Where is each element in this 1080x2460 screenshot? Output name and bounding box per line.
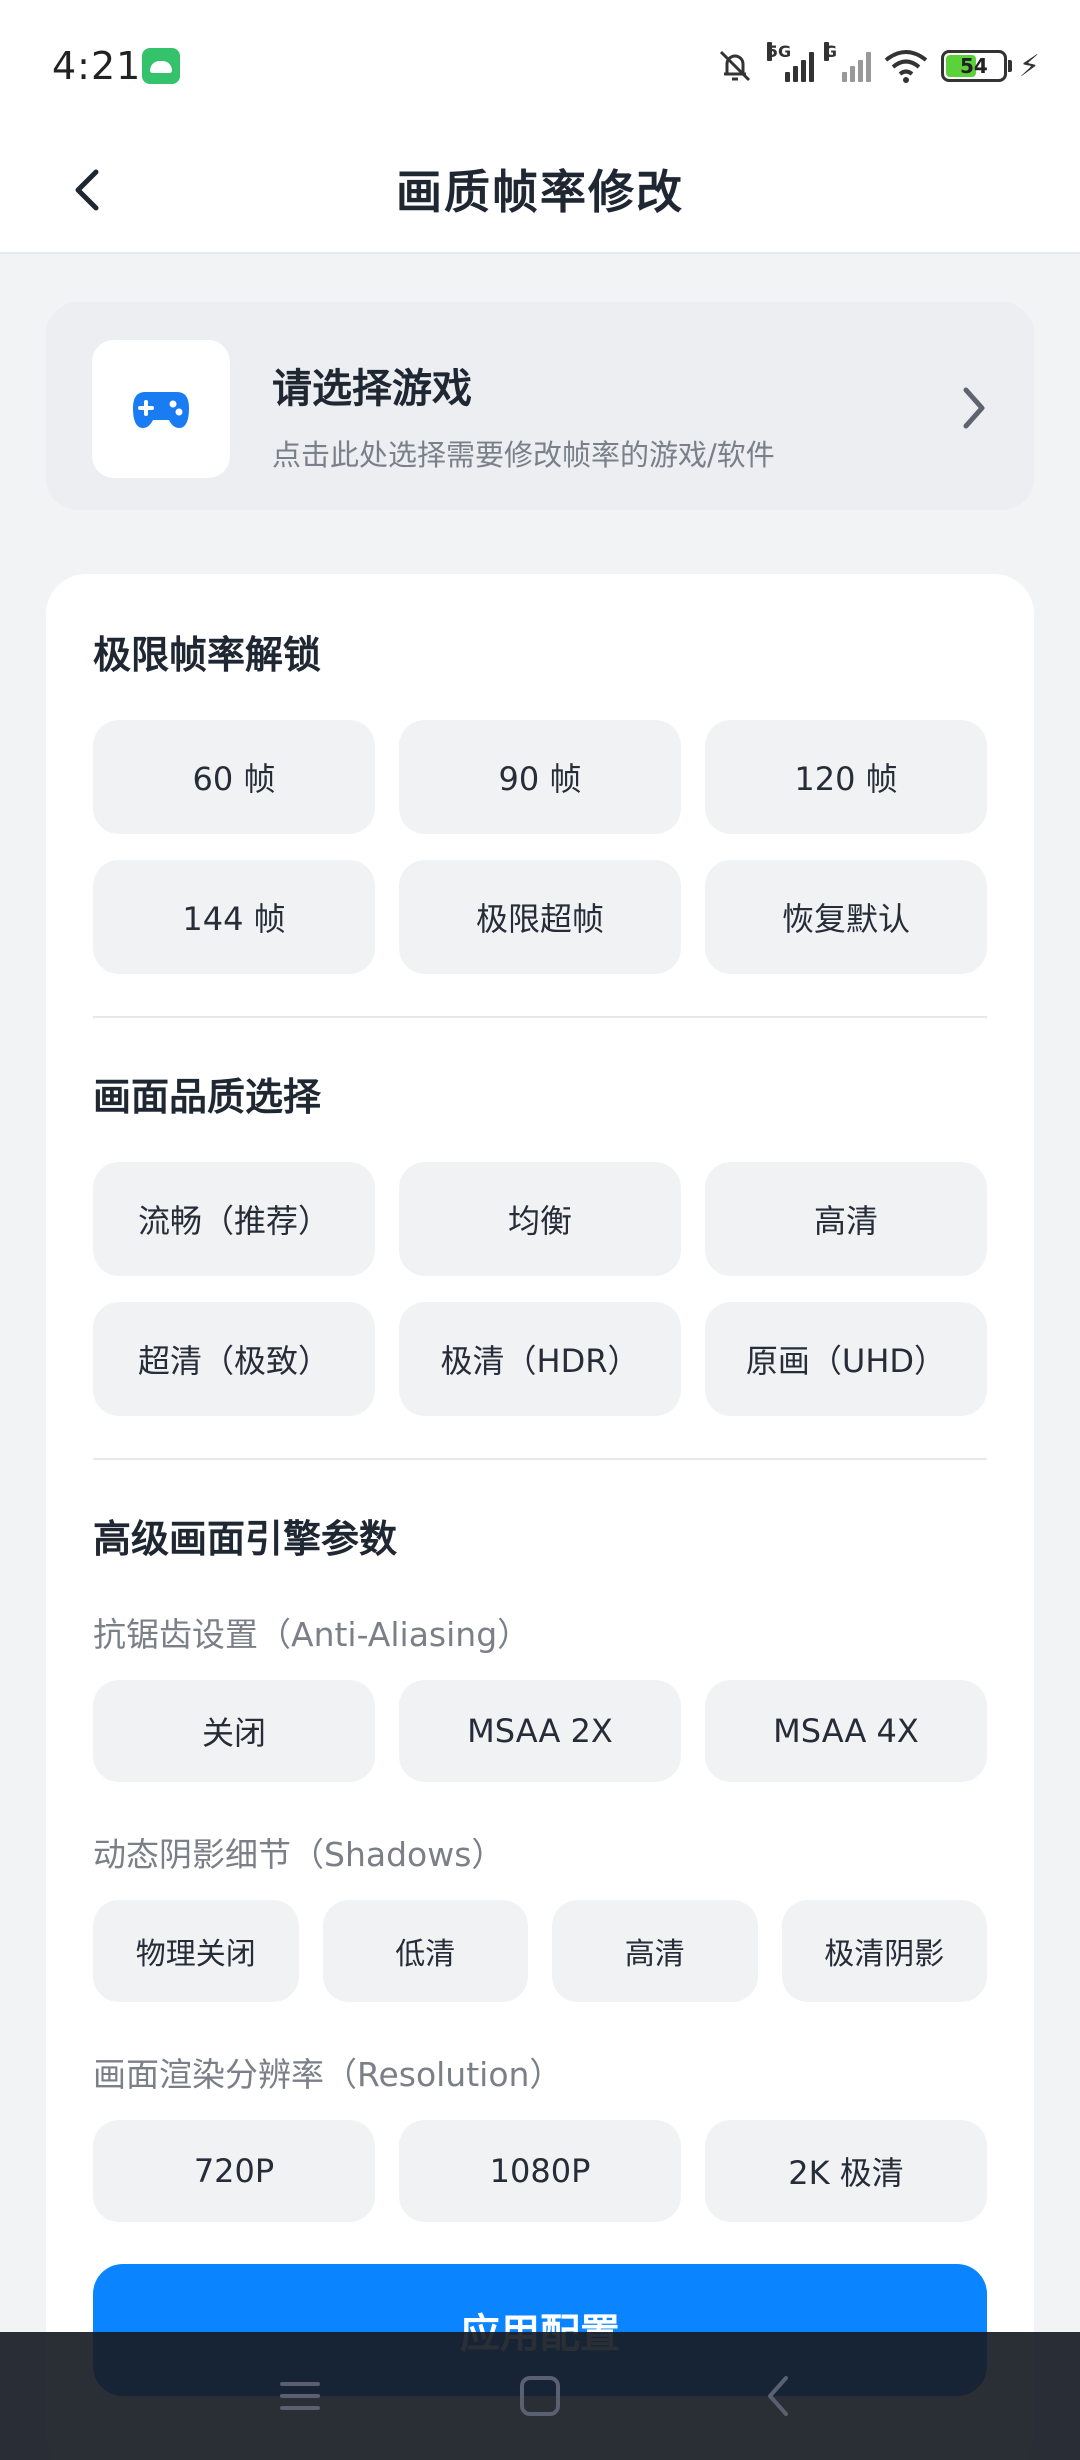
game-select-chevron xyxy=(954,380,994,436)
shadow-option-low[interactable]: 低清 xyxy=(322,1900,528,2002)
chevron-right-icon xyxy=(963,387,985,429)
frame-option-60[interactable]: 60 帧 xyxy=(93,720,375,834)
frame-option-144[interactable]: 144 帧 xyxy=(93,860,375,974)
aa-option-msaa2x[interactable]: MSAA 2X xyxy=(399,1680,681,1782)
quality-option-smooth[interactable]: 流畅（推荐） xyxy=(93,1162,375,1276)
quality-option-uhd[interactable]: 原画（UHD） xyxy=(705,1302,987,1416)
wifi-icon xyxy=(884,50,928,83)
quality-title: 画面品质选择 xyxy=(93,1075,322,1119)
game-icon-box xyxy=(92,340,230,478)
menu-button[interactable] xyxy=(270,2368,330,2424)
system-nav-bar xyxy=(0,2332,1080,2460)
game-select-card[interactable]: 请选择游戏 点击此处选择需要修改帧率的游戏/软件 xyxy=(46,302,1034,510)
game-select-title: 请选择游戏 xyxy=(272,366,472,412)
status-icons: 5G G 54 ⚡ xyxy=(715,42,1040,86)
network-5g-label: 5G xyxy=(766,42,792,61)
frame-rate-options: 60 帧 90 帧 120 帧 144 帧 极限超帧 恢复默认 xyxy=(93,720,987,974)
anti-aliasing-options: 关闭 MSAA 2X MSAA 4X xyxy=(93,1680,987,1782)
aa-option-msaa4x[interactable]: MSAA 4X xyxy=(705,1680,987,1782)
status-time: 4:21 xyxy=(52,44,142,88)
nav-back-icon xyxy=(768,2376,788,2416)
quality-option-hdr[interactable]: 极清（HDR） xyxy=(399,1302,681,1416)
battery-icon: 54 xyxy=(940,50,1012,82)
mute-bell-icon xyxy=(719,50,750,82)
quality-option-ultra-hd[interactable]: 超清（极致） xyxy=(93,1302,375,1416)
shadow-option-high[interactable]: 高清 xyxy=(552,1900,758,2002)
section-divider xyxy=(93,1458,987,1460)
app-header: 画质帧率修改 xyxy=(0,130,1080,254)
frame-option-reset[interactable]: 恢复默认 xyxy=(705,860,987,974)
menu-icon xyxy=(280,2382,320,2410)
advanced-title: 高级画面引擎参数 xyxy=(93,1517,398,1561)
signal-g-icon: G xyxy=(823,42,871,82)
aa-option-off[interactable]: 关闭 xyxy=(93,1680,375,1782)
nav-back-button[interactable] xyxy=(750,2368,810,2424)
shadow-option-ultra[interactable]: 极清阴影 xyxy=(781,1900,987,2002)
network-g-label: G xyxy=(823,42,838,61)
shadows-label: 动态阴影细节（Shadows） xyxy=(93,1835,505,1874)
shadows-options: 物理关闭 低清 高清 极清阴影 xyxy=(93,1900,987,2002)
frame-option-90[interactable]: 90 帧 xyxy=(399,720,681,834)
page-title: 画质帧率修改 xyxy=(396,165,684,219)
status-bar: 4:21 5G G 54 ⚡ xyxy=(0,0,1080,130)
home-button[interactable] xyxy=(510,2368,570,2424)
resolution-option-2k[interactable]: 2K 极清 xyxy=(705,2120,987,2222)
charging-icon: ⚡ xyxy=(1018,48,1040,84)
signal-5g-icon: 5G xyxy=(766,42,814,82)
android-notification-icon xyxy=(142,48,180,84)
frame-rate-title: 极限帧率解锁 xyxy=(93,633,322,677)
resolution-options: 720P 1080P 2K 极清 xyxy=(93,2120,987,2222)
section-divider xyxy=(93,1016,987,1018)
quality-option-hd[interactable]: 高清 xyxy=(705,1162,987,1276)
resolution-option-1080p[interactable]: 1080P xyxy=(399,2120,681,2222)
battery-level: 54 xyxy=(960,54,988,78)
resolution-option-720p[interactable]: 720P xyxy=(93,2120,375,2222)
quality-options: 流畅（推荐） 均衡 高清 超清（极致） 极清（HDR） 原画（UHD） xyxy=(93,1162,987,1416)
quality-option-balanced[interactable]: 均衡 xyxy=(399,1162,681,1276)
settings-card: 极限帧率解锁 60 帧 90 帧 120 帧 144 帧 极限超帧 恢复默认 画… xyxy=(46,574,1034,2460)
frame-option-ultra[interactable]: 极限超帧 xyxy=(399,860,681,974)
anti-aliasing-label: 抗锯齿设置（Anti-Aliasing） xyxy=(93,1615,531,1654)
game-select-subtitle: 点击此处选择需要修改帧率的游戏/软件 xyxy=(272,438,775,472)
home-icon xyxy=(520,2376,560,2416)
resolution-label: 画面渲染分辨率（Resolution） xyxy=(93,2055,563,2094)
shadow-option-off[interactable]: 物理关闭 xyxy=(93,1900,299,2002)
gamepad-icon xyxy=(133,392,189,428)
frame-option-120[interactable]: 120 帧 xyxy=(705,720,987,834)
